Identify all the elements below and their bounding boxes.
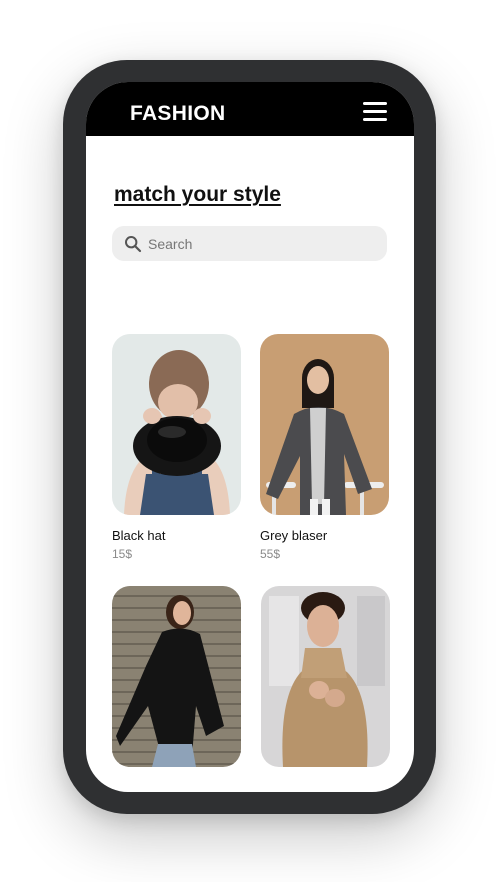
search-icon: [125, 236, 142, 253]
product-name[interactable]: Grey blaser: [260, 528, 327, 544]
page-title: match your style: [114, 183, 281, 206]
product-image[interactable]: [112, 586, 241, 767]
product-name[interactable]: Black hat: [112, 528, 165, 544]
product-price: 15$: [112, 547, 133, 561]
product-image[interactable]: [261, 586, 390, 767]
search-input[interactable]: [148, 226, 378, 261]
brand-logo[interactable]: FASHION: [130, 101, 225, 127]
app-header: FASHION: [86, 82, 414, 136]
phone-screen: FASHION match your style Search Black ha…: [86, 82, 414, 792]
hamburger-menu-icon[interactable]: [361, 100, 389, 122]
stage: FASHION match your style Search Black ha…: [0, 0, 500, 882]
product-image[interactable]: [260, 334, 389, 515]
search-bar[interactable]: [112, 226, 387, 261]
product-price: 55$: [260, 547, 281, 561]
product-image[interactable]: [112, 334, 241, 515]
